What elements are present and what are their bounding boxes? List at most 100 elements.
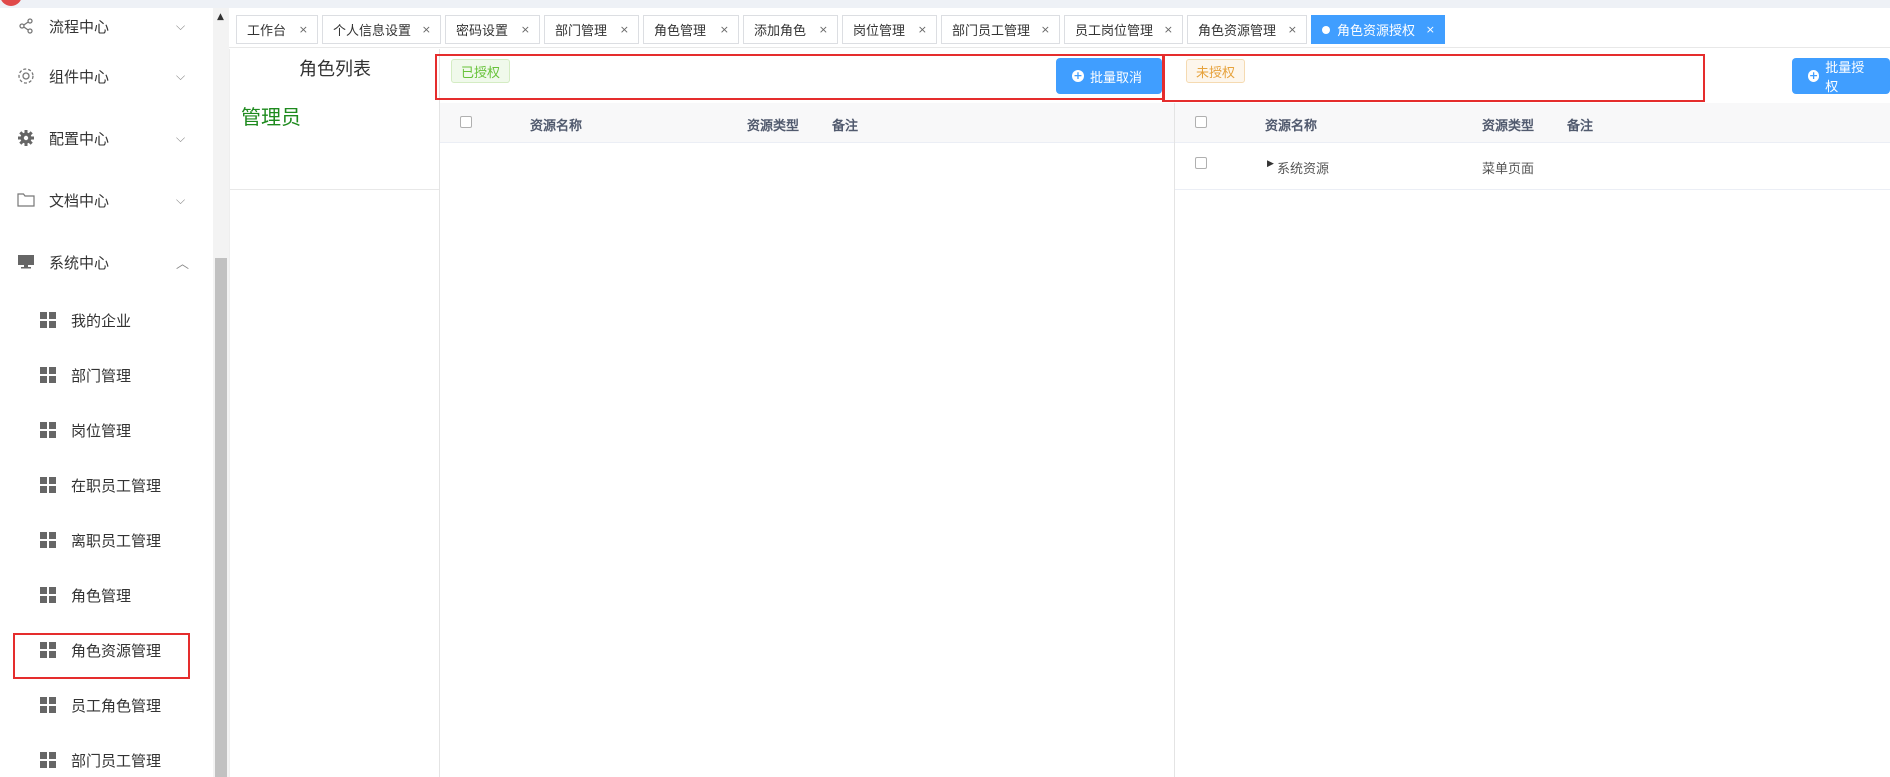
- column-header: 资源名称: [1265, 119, 1318, 134]
- sidebar-item-label: 员工角色管理: [71, 696, 162, 715]
- close-icon[interactable]: ×: [521, 23, 530, 36]
- close-icon[interactable]: ×: [1164, 23, 1173, 36]
- select-all-checkbox[interactable]: [460, 116, 472, 128]
- batch-authorize-button[interactable]: + 批量授权: [1792, 58, 1890, 95]
- tab-label: 岗位管理: [853, 24, 906, 39]
- tab-department-management[interactable]: 部门管理 ×: [544, 15, 639, 44]
- column-header: 资源类型: [1482, 119, 1535, 134]
- close-icon[interactable]: ×: [620, 23, 629, 36]
- sidebar-group-process[interactable]: 流程中心 ⌵: [0, 8, 213, 46]
- grid-icon: [40, 477, 56, 493]
- sidebar-item-label: 角色管理: [71, 586, 132, 605]
- tab-label: 添加角色: [754, 24, 807, 39]
- unauthorized-table-header: 资源名称 资源类型 备注: [1175, 103, 1890, 143]
- close-icon[interactable]: ×: [1426, 23, 1435, 36]
- tab-role-management[interactable]: 角色管理 ×: [643, 15, 739, 44]
- tab-add-role[interactable]: 添加角色 ×: [743, 15, 838, 44]
- sidebar-item-department-employees[interactable]: 部门员工管理: [0, 740, 213, 777]
- share-icon: [16, 16, 36, 36]
- resource-name-cell: 系统资源: [1277, 162, 1330, 177]
- sidebar-item-department[interactable]: 部门管理: [0, 355, 213, 395]
- grid-icon: [40, 587, 56, 603]
- button-label: 批量授权: [1825, 61, 1865, 95]
- app-logo-fragment: [0, 0, 22, 6]
- close-icon[interactable]: ×: [1288, 23, 1297, 36]
- sidebar-item-label: 部门管理: [71, 366, 132, 385]
- chevron-down-icon: ⌵: [176, 68, 186, 83]
- highlight-box-unauthorized: [1162, 54, 1705, 102]
- sidebar-item-label: 岗位管理: [71, 421, 132, 440]
- sidebar-item-active-employees[interactable]: 在职员工管理: [0, 465, 213, 505]
- tab-role-resource-management[interactable]: 角色资源管理 ×: [1187, 15, 1307, 44]
- column-header: 备注: [832, 119, 859, 134]
- tab-department-employee-management[interactable]: 部门员工管理 ×: [941, 15, 1060, 44]
- role-list-title: 角色列表: [299, 59, 371, 80]
- sidebar-item-label: 我的企业: [71, 311, 132, 330]
- grid-icon: [40, 752, 56, 768]
- sidebar-group-config[interactable]: 配置中心 ⌵: [0, 118, 213, 158]
- grid-icon: [40, 312, 56, 328]
- expand-arrow-icon[interactable]: ▶: [1267, 159, 1274, 169]
- sidebar-group-label: 流程中心: [49, 17, 110, 36]
- tab-profile-settings[interactable]: 个人信息设置 ×: [322, 15, 441, 44]
- active-dot-icon: [1322, 25, 1330, 34]
- select-all-checkbox[interactable]: [1195, 116, 1207, 128]
- tab-employee-position-management[interactable]: 员工岗位管理 ×: [1064, 15, 1183, 44]
- highlight-box-sidebar: [13, 633, 190, 679]
- scroll-up-arrow-icon[interactable]: ▲: [217, 12, 224, 22]
- resource-type-cell: 菜单页面: [1482, 162, 1535, 177]
- gear-icon: [16, 128, 36, 148]
- table-divider: [1174, 103, 1175, 777]
- tab-label: 角色资源授权: [1337, 24, 1416, 39]
- folder-icon: [16, 190, 36, 210]
- tab-workbench[interactable]: 工作台 ×: [236, 15, 318, 44]
- sidebar-item-position[interactable]: 岗位管理: [0, 410, 213, 450]
- close-icon[interactable]: ×: [422, 23, 431, 36]
- sidebar-item-label: 离职员工管理: [71, 531, 162, 550]
- sidebar-item-former-employees[interactable]: 离职员工管理: [0, 520, 213, 560]
- sidebar-group-label: 配置中心: [49, 129, 110, 148]
- role-list-panel: 角色列表 管理员: [229, 49, 440, 777]
- row-checkbox[interactable]: [1195, 157, 1207, 169]
- column-header: 资源名称: [530, 119, 583, 134]
- sidebar-scroll-thumb[interactable]: [215, 258, 227, 777]
- sidebar-group-system[interactable]: 系统中心 ︿: [0, 242, 213, 282]
- sidebar-group-components[interactable]: 组件中心 ⌵: [0, 56, 213, 96]
- top-strip: [0, 0, 1890, 8]
- chevron-down-icon: ⌵: [176, 18, 186, 33]
- close-icon[interactable]: ×: [1041, 23, 1050, 36]
- close-icon[interactable]: ×: [918, 23, 927, 36]
- table-row: ▶ 系统资源 菜单页面: [1175, 144, 1890, 190]
- tab-label: 角色管理: [654, 24, 707, 39]
- tab-label: 密码设置: [456, 24, 509, 39]
- close-icon[interactable]: ×: [299, 23, 308, 36]
- panel-divider: [439, 49, 440, 777]
- chevron-down-icon: ⌵: [176, 192, 186, 207]
- monitor-icon: [16, 252, 36, 272]
- close-icon[interactable]: ×: [819, 23, 828, 36]
- sidebar-item-employee-roles[interactable]: 员工角色管理: [0, 685, 213, 725]
- sidebar-group-docs[interactable]: 文档中心 ⌵: [0, 180, 213, 220]
- chevron-up-icon: ︿: [176, 256, 190, 272]
- authorized-table-header: 资源名称 资源类型 备注: [440, 103, 1174, 143]
- grid-icon: [40, 697, 56, 713]
- role-item-admin[interactable]: 管理员: [241, 101, 301, 130]
- tab-role-resource-authorization[interactable]: 角色资源授权 ×: [1311, 15, 1445, 44]
- gear-outline-icon: [16, 66, 36, 86]
- tab-label: 角色资源管理: [1198, 24, 1277, 39]
- tab-password-settings[interactable]: 密码设置 ×: [445, 15, 540, 44]
- plus-circle-icon: +: [1808, 69, 1820, 82]
- sidebar-item-label: 部门员工管理: [71, 751, 162, 770]
- close-icon[interactable]: ×: [720, 23, 729, 36]
- grid-icon: [40, 422, 56, 438]
- highlight-box-authorized: [435, 54, 1165, 100]
- chevron-down-icon: ⌵: [176, 130, 186, 145]
- sidebar-item-roles[interactable]: 角色管理: [0, 575, 213, 615]
- column-header: 备注: [1567, 119, 1594, 134]
- tab-bar: 工作台 × 个人信息设置 × 密码设置 × 部门管理 × 角色管理 × 添加角色 × 岗位管…: [229, 8, 1890, 48]
- tab-position-management[interactable]: 岗位管理 ×: [842, 15, 937, 44]
- sidebar-item-my-company[interactable]: 我的企业: [0, 300, 213, 340]
- sidebar-group-label: 组件中心: [49, 67, 110, 86]
- tab-label: 部门管理: [555, 24, 608, 39]
- sidebar-item-label: 在职员工管理: [71, 476, 162, 495]
